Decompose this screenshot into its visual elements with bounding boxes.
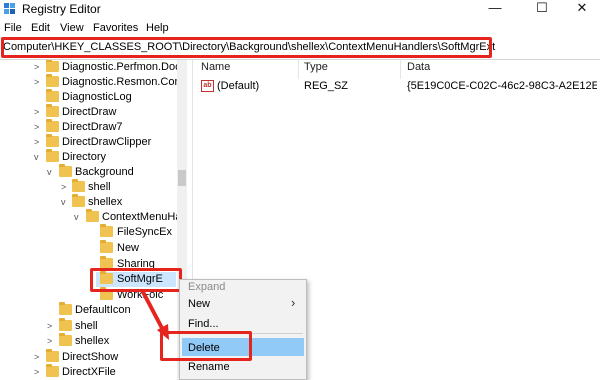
tree-scrollbar-thumb[interactable] xyxy=(178,170,186,186)
tree-item-background[interactable]: v Background xyxy=(0,164,180,180)
tree-item-label: DirectDraw xyxy=(62,106,117,118)
tree-item-directshow[interactable]: > DirectShow xyxy=(0,349,180,365)
folder-icon xyxy=(59,333,72,346)
tree-item-label: New xyxy=(117,242,140,254)
tree-item-directxfile[interactable]: > DirectXFile xyxy=(0,364,180,380)
chevron-right-icon[interactable]: > xyxy=(34,350,44,365)
value-type: REG_SZ xyxy=(304,80,349,92)
chevron-right-icon[interactable]: > xyxy=(34,105,44,120)
tree-item-label: DirectDrawClipper xyxy=(62,136,152,148)
menu-item-find[interactable]: Find... xyxy=(188,318,219,330)
tree-item-shell[interactable]: > shell xyxy=(0,179,180,195)
folder-icon xyxy=(46,74,59,87)
menu-help[interactable]: Help xyxy=(146,22,169,34)
tree-item-label: DiagnosticLog xyxy=(62,91,132,103)
folder-icon xyxy=(46,89,59,102)
folder-icon xyxy=(59,318,72,331)
minimize-button[interactable]: — xyxy=(475,0,515,18)
menu-item-new[interactable]: New xyxy=(188,298,210,310)
tree-item-label: Directory xyxy=(62,151,107,163)
folder-icon xyxy=(46,364,59,377)
column-separator[interactable] xyxy=(400,59,401,79)
tree-item-label: ContextMenuHa xyxy=(102,211,182,223)
folder-icon xyxy=(72,194,85,207)
chevron-right-icon[interactable]: > xyxy=(47,334,57,349)
chevron-right-icon[interactable]: > xyxy=(34,120,44,135)
folder-icon xyxy=(100,224,113,237)
annotation-arrow-icon xyxy=(141,290,169,340)
menu-item-expand[interactable]: Expand xyxy=(188,281,225,293)
chevron-right-icon[interactable]: > xyxy=(34,365,44,380)
tree-item-label: Background xyxy=(75,166,134,178)
folder-icon xyxy=(46,134,59,147)
string-value-icon: ab xyxy=(201,80,214,92)
chevron-down-icon[interactable]: v xyxy=(47,165,57,180)
folder-icon xyxy=(46,104,59,117)
tree-item-directory[interactable]: v Directory xyxy=(0,149,180,165)
tree-item-directdraw7[interactable]: > DirectDraw7 xyxy=(0,119,180,135)
tree-item-label: Diagnostic.Resmon.Confi xyxy=(62,76,187,88)
folder-icon xyxy=(72,179,85,192)
folder-icon xyxy=(46,149,59,162)
folder-icon xyxy=(46,60,59,72)
column-separator[interactable] xyxy=(298,59,299,79)
chevron-down-icon[interactable]: v xyxy=(61,195,71,210)
chevron-right-icon[interactable]: > xyxy=(34,135,44,150)
folder-icon xyxy=(46,119,59,132)
menu-edit[interactable]: Edit xyxy=(31,22,50,34)
chevron-right-icon[interactable]: > xyxy=(61,180,71,195)
tree-item-shellex[interactable]: v shellex xyxy=(0,194,180,210)
tree-item-label: shell xyxy=(88,181,111,193)
menu-view[interactable]: View xyxy=(60,22,84,34)
folder-icon xyxy=(59,302,72,315)
tree-item-directdraw[interactable]: > DirectDraw xyxy=(0,104,180,120)
chevron-right-icon[interactable]: > xyxy=(34,60,44,75)
tree-item-diagnostic-resmon[interactable]: > Diagnostic.Resmon.Confi xyxy=(0,74,186,90)
folder-icon xyxy=(46,349,59,362)
tree-item-diagnostic-perfmon[interactable]: > Diagnostic.Perfmon.Docu xyxy=(0,60,187,75)
window-title: Registry Editor xyxy=(22,2,101,16)
chevron-right-icon[interactable]: > xyxy=(47,319,57,334)
menu-file[interactable]: File xyxy=(4,22,22,34)
tree-item-contextmenuhandlers[interactable]: v ContextMenuHa xyxy=(0,209,182,225)
menu-item-rename[interactable]: Rename xyxy=(188,361,230,373)
tree-item-label: FileSyncEx xyxy=(117,226,173,238)
tree-item-new[interactable]: New xyxy=(0,240,180,256)
menu-favorites[interactable]: Favorites xyxy=(93,22,138,34)
registry-editor-icon xyxy=(4,3,15,14)
tree-item-label: shellex xyxy=(75,335,110,347)
address-annotation-box xyxy=(1,37,492,58)
folder-icon xyxy=(100,240,113,253)
close-button[interactable]: ✕ xyxy=(562,0,600,18)
tree-item-label: DefaultIcon xyxy=(75,304,131,316)
tree-item-directdrawclipper[interactable]: > DirectDrawClipper xyxy=(0,134,180,150)
tree-item-label: DirectShow xyxy=(62,351,119,363)
folder-icon xyxy=(59,164,72,177)
column-header-name[interactable]: Name xyxy=(201,61,230,73)
tree-item-label: DirectDraw7 xyxy=(62,121,123,133)
value-data: {5E19C0CE-C02C-46c2-98C3-A2E12EDE0E1 xyxy=(407,80,597,92)
value-name[interactable]: (Default) xyxy=(217,80,259,92)
menu-bar: File Edit View Favorites Help xyxy=(0,20,600,37)
maximize-button[interactable]: ☐ xyxy=(522,0,562,18)
chevron-down-icon[interactable]: v xyxy=(74,210,84,225)
chevron-right-icon[interactable]: > xyxy=(34,75,44,90)
tree-item-diagnosticlog[interactable]: DiagnosticLog xyxy=(0,89,180,105)
column-header-type[interactable]: Type xyxy=(304,61,328,73)
folder-icon xyxy=(86,209,99,222)
tree-item-label: shell xyxy=(75,320,98,332)
tree-item-label: shellex xyxy=(88,196,123,208)
tree-item-label: Diagnostic.Perfmon.Docu xyxy=(62,61,187,73)
tree-item-filesyncex[interactable]: FileSyncEx xyxy=(0,224,180,240)
tree-item-label: DirectXFile xyxy=(62,366,116,378)
chevron-down-icon[interactable]: v xyxy=(34,150,44,165)
submenu-arrow-icon: › xyxy=(291,295,296,310)
column-header-data[interactable]: Data xyxy=(407,61,430,73)
